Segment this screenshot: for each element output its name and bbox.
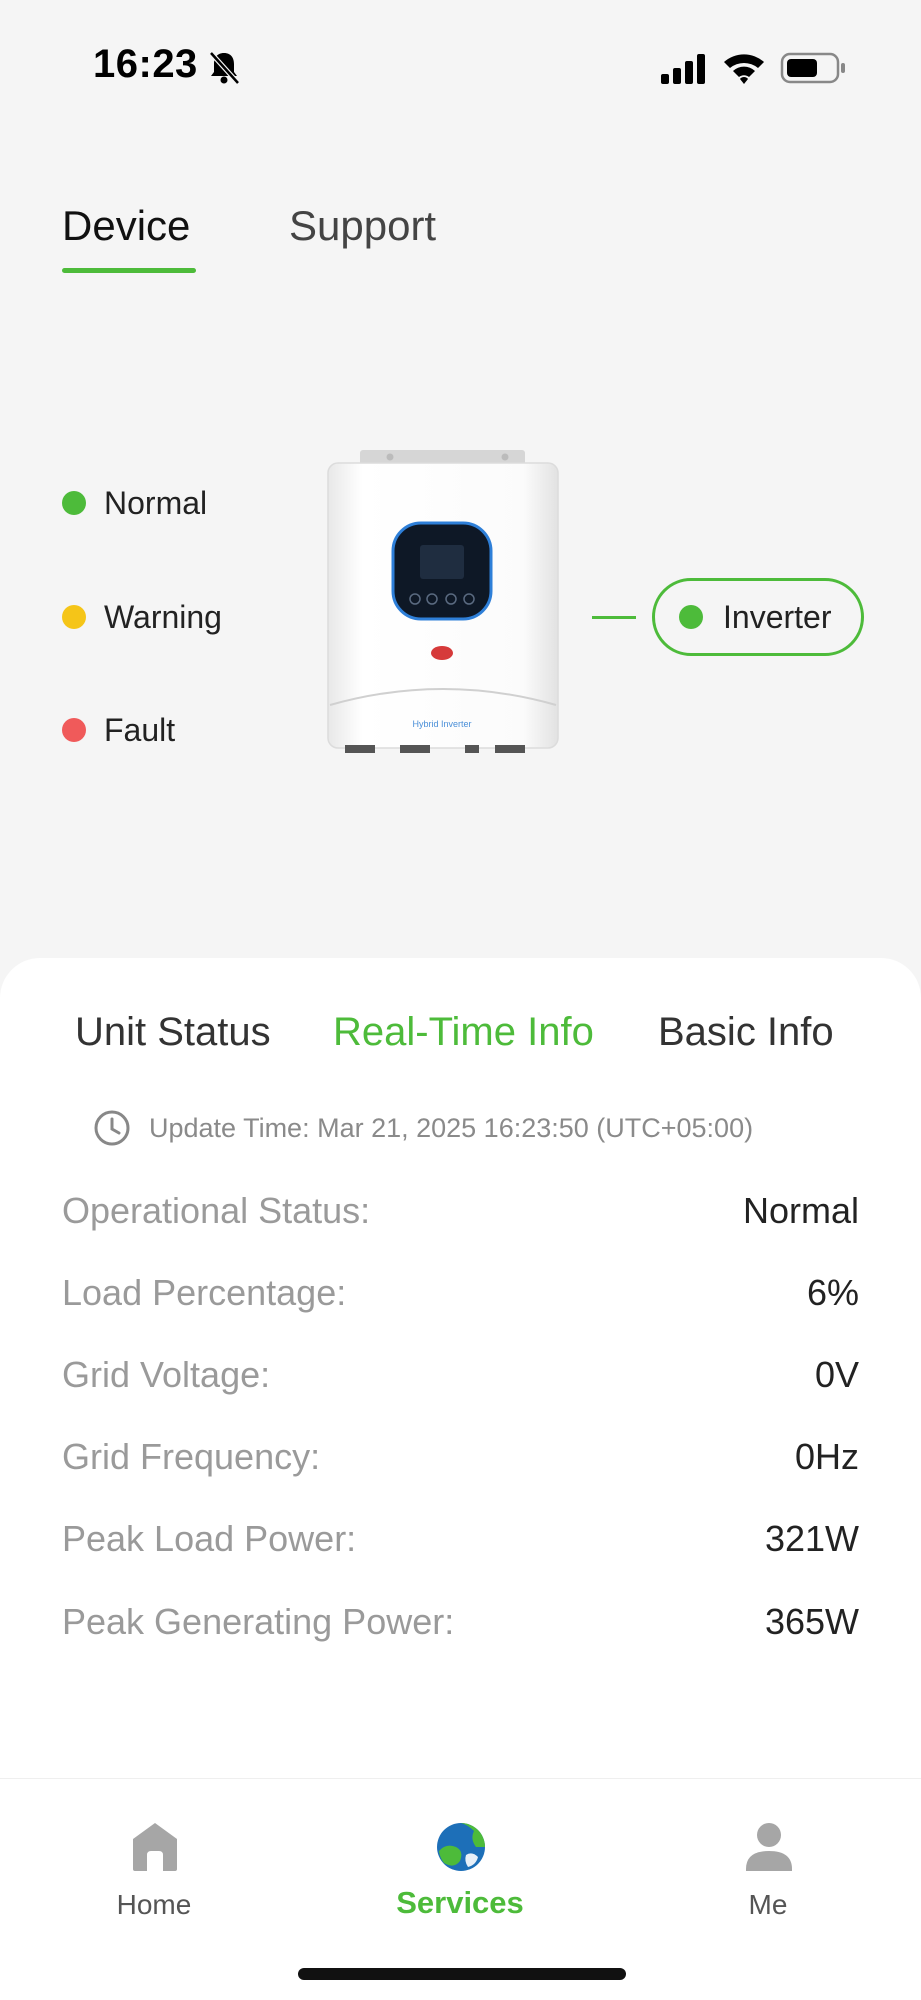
active-tab-indicator xyxy=(62,268,196,273)
normal-status-dot-icon xyxy=(62,491,86,515)
inverter-device-button[interactable]: Inverter xyxy=(652,578,864,656)
info-row-grid-frequency: Grid Frequency: 0Hz xyxy=(62,1436,859,1486)
user-icon xyxy=(746,1823,792,1871)
info-label: Grid Frequency: xyxy=(62,1436,321,1477)
battery-icon xyxy=(780,52,845,84)
legend-warning: Warning xyxy=(62,592,222,642)
status-time: 16:23 xyxy=(93,42,198,86)
tab-unit-status[interactable]: Unit Status xyxy=(75,1010,271,1055)
info-row-grid-voltage: Grid Voltage: 0V xyxy=(62,1354,859,1404)
legend-fault: Fault xyxy=(62,705,175,755)
info-label: Operational Status: xyxy=(62,1190,371,1231)
info-value: 365W xyxy=(764,1601,859,1642)
info-card: Unit Status Real-Time Info Basic Info Up… xyxy=(0,958,921,1778)
nav-label: Services xyxy=(396,1885,524,1920)
legend-normal: Normal xyxy=(62,478,207,528)
nav-services[interactable]: Services xyxy=(360,1799,560,1920)
info-value: Normal xyxy=(742,1190,859,1231)
legend-label: Warning xyxy=(104,598,222,635)
home-icon xyxy=(133,1823,177,1871)
inverter-label: Inverter xyxy=(723,598,832,635)
wifi-icon xyxy=(724,54,764,84)
update-time-row: Update Time: Mar 21, 2025 16:23:50 (UTC+… xyxy=(93,1108,753,1148)
nav-label: Home xyxy=(116,1889,192,1920)
home-indicator xyxy=(298,1968,626,1980)
legend-label: Normal xyxy=(104,484,208,521)
info-value: 0Hz xyxy=(794,1436,859,1477)
inverter-device-image[interactable]: Hybrid Inverter xyxy=(325,445,570,765)
info-value: 6% xyxy=(806,1272,859,1313)
update-time-text: Update Time: Mar 21, 2025 16:23:50 (UTC+… xyxy=(149,1112,754,1143)
info-value: 0V xyxy=(814,1354,859,1395)
info-row-peak-generating-power: Peak Generating Power: 365W xyxy=(62,1601,859,1651)
inverter-status-dot-icon xyxy=(679,605,703,629)
status-bar: 16:23 xyxy=(0,0,921,140)
clock-icon xyxy=(94,1110,130,1146)
tab-device[interactable]: Device xyxy=(62,202,190,250)
nav-label: Me xyxy=(748,1889,788,1920)
globe-icon xyxy=(437,1823,485,1871)
nav-home[interactable]: Home xyxy=(54,1799,254,1920)
info-label: Peak Generating Power: xyxy=(62,1601,455,1642)
device-model-text: Hybrid Inverter xyxy=(412,719,471,729)
tab-support[interactable]: Support xyxy=(289,202,436,250)
nav-me[interactable]: Me xyxy=(668,1799,868,1920)
bottom-nav-bar: Home Services Me xyxy=(0,1778,921,2000)
top-tab-bar: Device Support xyxy=(0,190,921,280)
info-value: 321W xyxy=(764,1518,859,1559)
warning-status-dot-icon xyxy=(62,605,86,629)
legend-label: Fault xyxy=(104,711,176,748)
cellular-signal-icon xyxy=(661,54,705,84)
tab-basic-info[interactable]: Basic Info xyxy=(658,1010,834,1055)
connector-line xyxy=(592,616,636,619)
info-label: Grid Voltage: xyxy=(62,1354,271,1395)
tab-real-time-info[interactable]: Real-Time Info xyxy=(333,1010,594,1055)
info-row-load-percentage: Load Percentage: 6% xyxy=(62,1272,859,1322)
info-label: Load Percentage: xyxy=(62,1272,347,1313)
info-row-operational-status: Operational Status: Normal xyxy=(62,1190,859,1240)
info-label: Peak Load Power: xyxy=(62,1518,357,1559)
fault-status-dot-icon xyxy=(62,718,86,742)
bell-slash-icon xyxy=(209,51,240,85)
info-row-peak-load-power: Peak Load Power: 321W xyxy=(62,1518,859,1568)
